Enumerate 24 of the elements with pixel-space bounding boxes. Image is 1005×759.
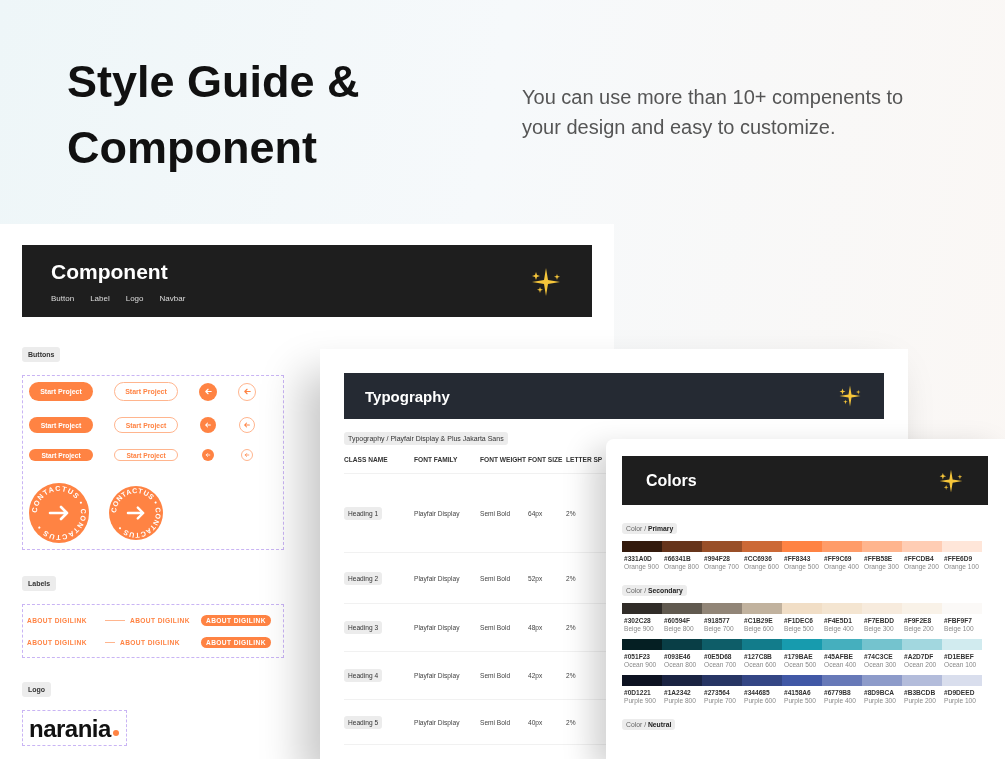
- logo-wordmark: narania: [29, 715, 111, 743]
- arrow-left-icon: [242, 387, 252, 396]
- arrow-left-icon: [244, 452, 250, 458]
- page-subtitle: You can use more than 10+ compenents to your design and easy to customize.: [522, 85, 905, 140]
- arrow-left-icon: [204, 421, 212, 429]
- arrow-left-icon: [203, 387, 213, 396]
- back-arrow-button[interactable]: [202, 449, 214, 461]
- card-title: Typography: [365, 387, 450, 405]
- back-arrow-button[interactable]: [239, 417, 255, 433]
- nav-link[interactable]: Logo: [125, 294, 144, 303]
- nav-link[interactable]: Button: [51, 294, 75, 303]
- card-title: Component: [51, 260, 169, 284]
- card-title: Colors: [646, 471, 697, 490]
- nav-link[interactable]: Label: [90, 294, 110, 303]
- logo-dot-icon: [112, 730, 119, 736]
- back-arrow-button[interactable]: [241, 449, 253, 461]
- arrow-left-icon: [243, 421, 251, 429]
- back-arrow-button[interactable]: [200, 417, 216, 433]
- back-arrow-button[interactable]: [238, 382, 256, 401]
- back-arrow-button[interactable]: [199, 382, 217, 401]
- nav-link[interactable]: Navbar: [159, 294, 186, 303]
- page-title: Component: [67, 121, 318, 175]
- arrow-left-icon: [205, 452, 211, 458]
- page-title: Style Guide &: [67, 55, 361, 109]
